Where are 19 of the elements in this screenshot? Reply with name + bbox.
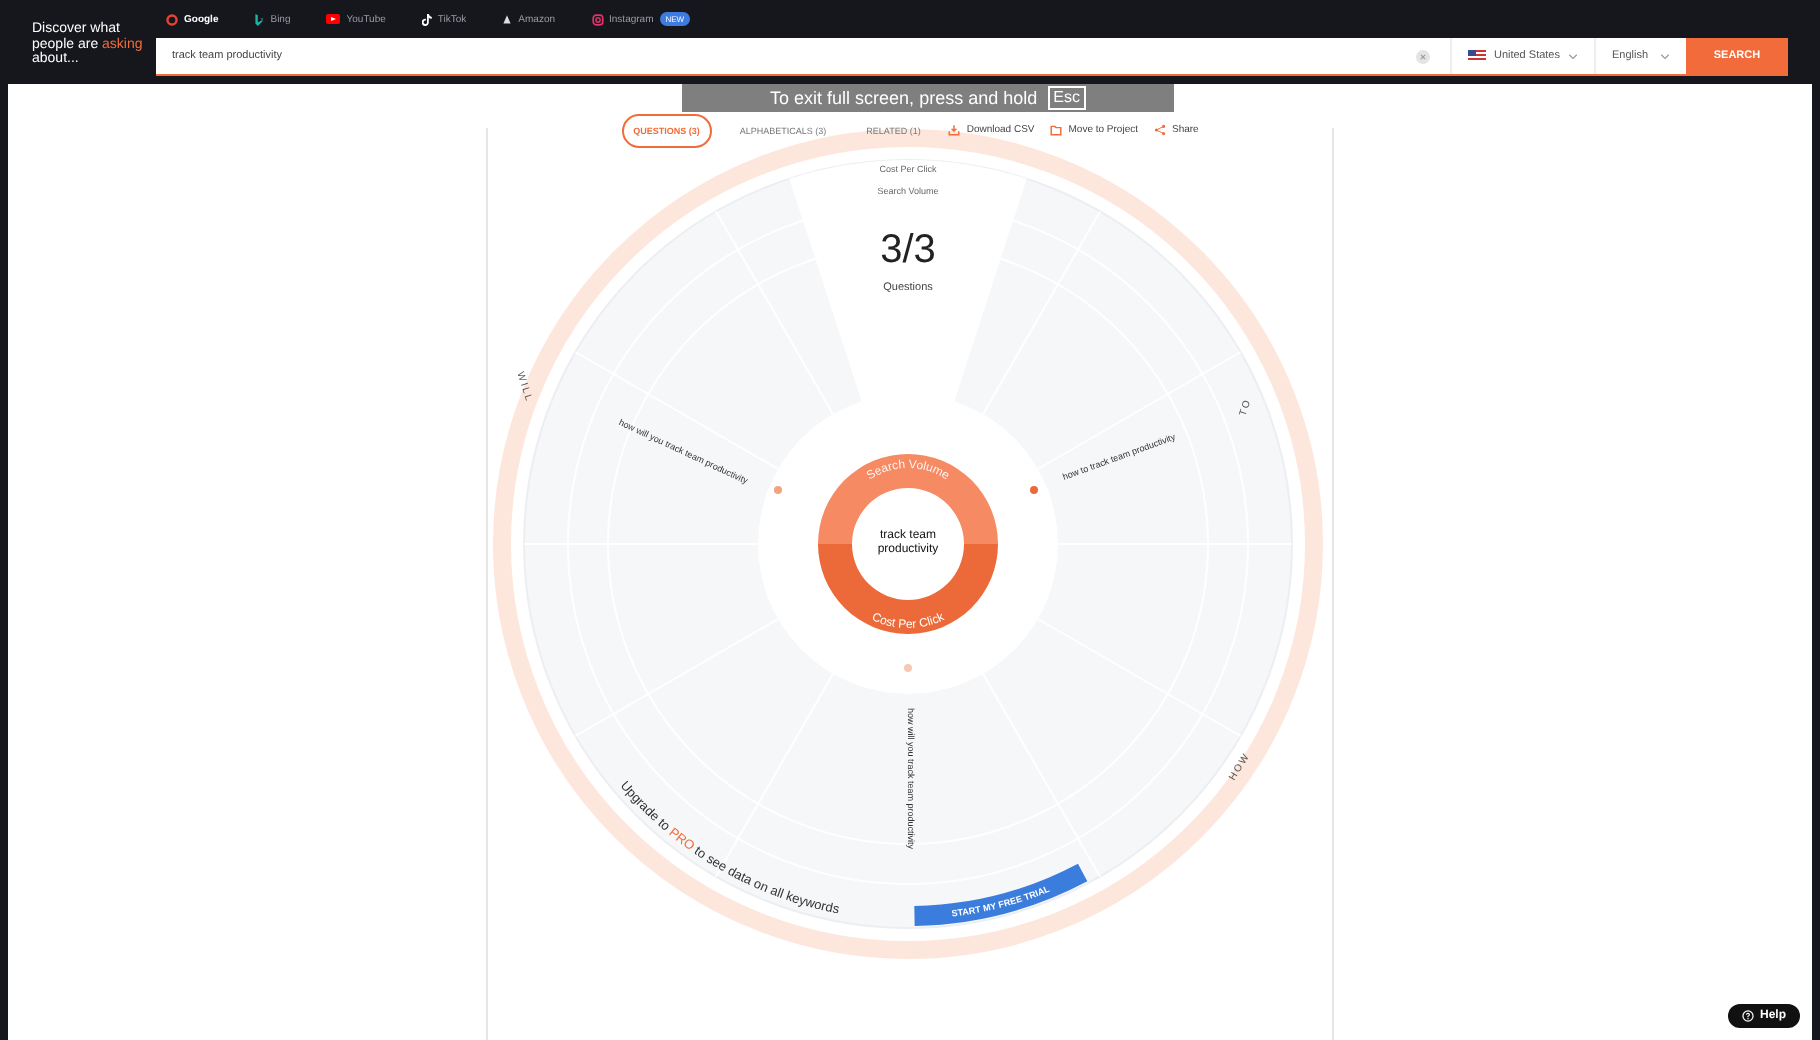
bing-icon <box>254 13 265 25</box>
question-dot <box>904 664 912 672</box>
download-icon <box>948 124 961 136</box>
chevron-icon <box>1568 53 1578 59</box>
question-dot <box>774 486 782 494</box>
flag-icon <box>1467 50 1486 62</box>
instagram-icon <box>591 13 604 25</box>
notice-text: To exit full screen, press and hold <box>770 88 1038 108</box>
share-icon <box>1154 124 1166 136</box>
question-dot <box>1030 486 1038 494</box>
google-icon <box>166 13 178 25</box>
help-icon <box>1741 1010 1754 1022</box>
clear-icon[interactable] <box>1415 49 1430 63</box>
chevron-icon <box>1660 53 1670 59</box>
key-label: Esc <box>1047 86 1086 110</box>
folder-icon <box>1050 124 1063 136</box>
tiktok-icon <box>421 13 432 25</box>
youtube-icon <box>326 14 341 24</box>
question-count: 3/3 <box>880 228 936 272</box>
